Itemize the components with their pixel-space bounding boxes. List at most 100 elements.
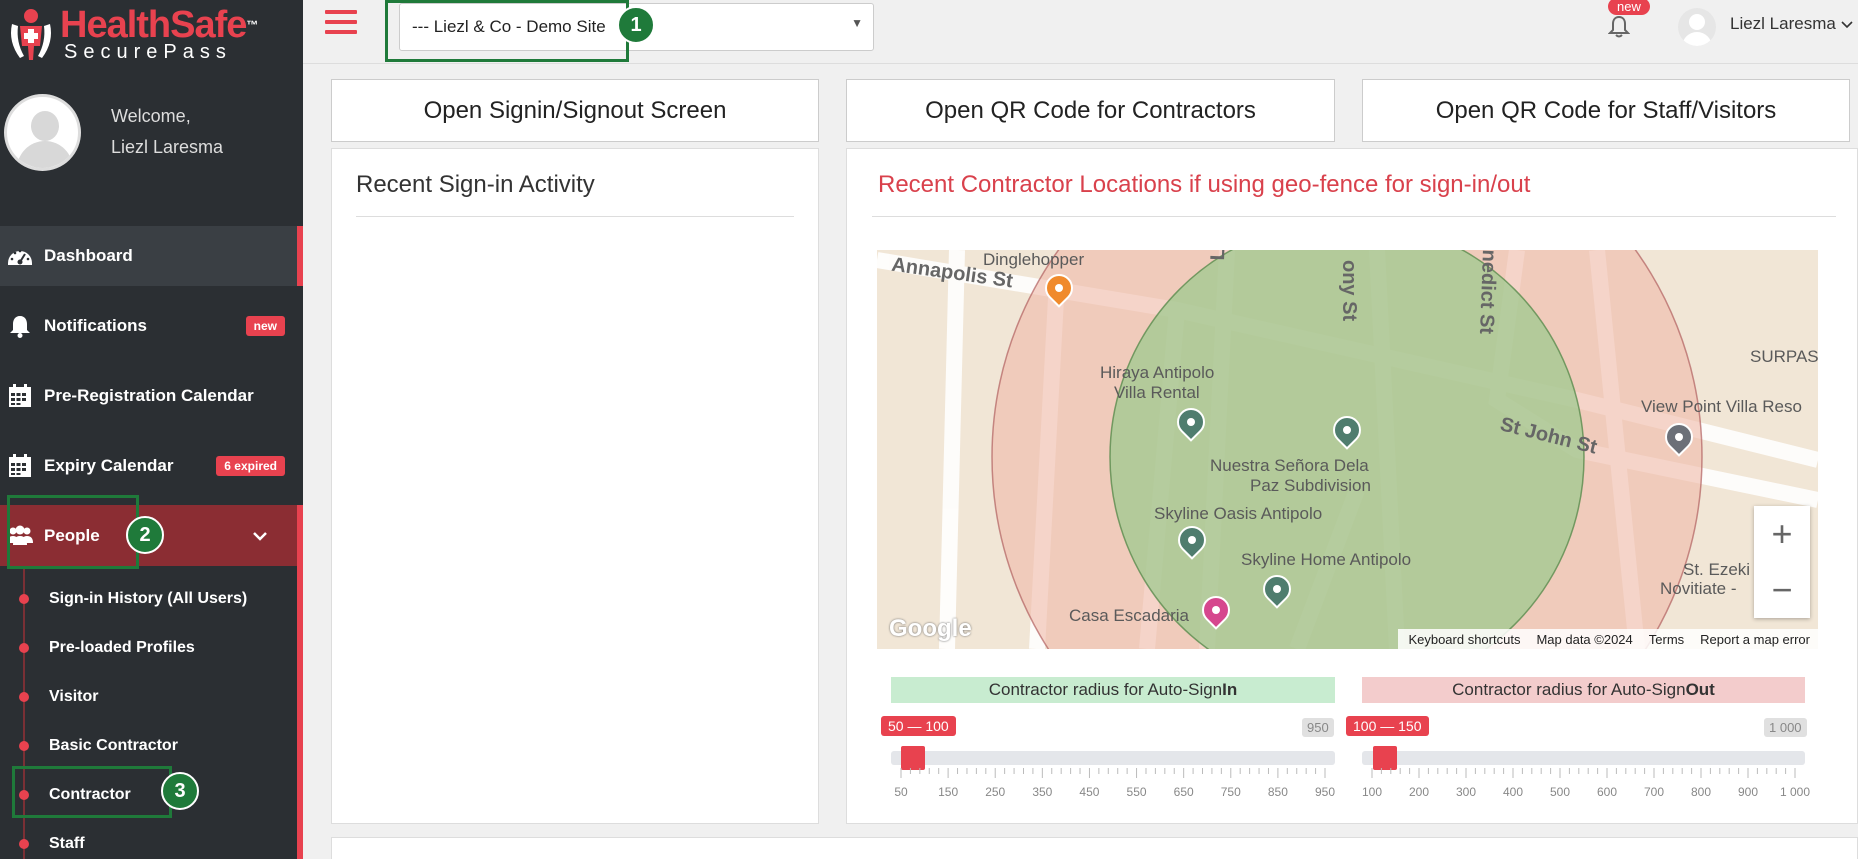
panel-title: Recent Sign-in Activity [356,171,595,198]
signin-slider-track[interactable] [891,751,1335,765]
bullet-dot [19,692,29,702]
label-bold: In [1222,680,1238,699]
tick-label: 700 [1643,785,1665,799]
sidebar-item-preregistration-calendar[interactable]: Pre-Registration Calendar [0,366,303,426]
terms-link[interactable]: Terms [1649,632,1684,647]
tick-label: 250 [985,785,1006,799]
zoom-out-button[interactable]: − [1754,562,1810,618]
user-avatar[interactable] [1678,8,1716,46]
map-zoom-controls: + − [1754,506,1810,618]
subnav-visitor[interactable]: Visitor [0,677,297,717]
bottom-panel [331,837,1858,859]
sidebar-item-dashboard[interactable]: Dashboard [0,226,303,286]
map-place-label: Nuestra Señora Dela [1210,456,1369,475]
sidebar-item-label: Dashboard [44,246,133,265]
welcome-text: Welcome, [111,106,191,126]
subnav-preloaded-profiles[interactable]: Pre-loaded Profiles [0,628,297,668]
health-person-logo-icon [6,6,56,64]
calendar-icon [6,454,34,478]
chevron-down-icon [253,526,267,546]
bullet-dot [19,741,29,751]
tick-label: 50 [894,785,908,799]
subnav-basic-contractor[interactable]: Basic Contractor [0,726,297,766]
step-marker-3: 3 [161,772,199,810]
map-place-label: Skyline Home Antipolo [1241,550,1412,569]
open-qr-contractors-button[interactable]: Open QR Code for Contractors [846,79,1335,142]
map-place-label: Casa Escadaria [1069,606,1190,625]
map-place-label: Dinglehopper [983,250,1085,269]
subnav-label: Staff [49,835,85,852]
tick-label: 800 [1690,785,1712,799]
highlight-people [7,495,139,569]
geofence-map[interactable]: Dinglehopper Hiraya Antipolo Villa Renta… [877,250,1818,649]
map-street-label: ony St [1338,260,1360,322]
zoom-in-button[interactable]: + [1754,506,1810,562]
tick-label: 650 [1173,785,1194,799]
map-place-label: SURPAS [1750,347,1818,366]
notification-bell-icon[interactable] [1607,14,1631,43]
tick-label: 200 [1408,785,1430,799]
subnav-label: Visitor [49,688,99,705]
map-place-label: Skyline Oasis Antipolo [1154,504,1323,523]
sidebar-item-label: Expiry Calendar [44,456,174,475]
notification-new-badge: new [1608,0,1650,15]
hamburger-menu-icon[interactable] [325,10,357,40]
map-place-label: Paz Subdivision [1250,476,1371,495]
brand-name-part2: Safe [170,4,247,46]
map-street-label: nedict St [1475,250,1500,335]
brand-name-part1: Health [60,4,171,46]
subnav-label: Sign-in History (All Users) [49,590,248,607]
divider [872,216,1836,217]
sidebar-item-label: Notifications [44,316,147,335]
tick-label: 850 [1267,785,1288,799]
map-street-label: Libra S [1207,250,1232,261]
tick-label: 500 [1549,785,1571,799]
tick-label: 300 [1455,785,1477,799]
google-logo: Google [889,615,972,642]
calendar-icon [6,384,34,408]
caret-down-icon: ▼ [851,16,863,30]
label-bold: Out [1685,680,1715,699]
sidebar-item-notifications[interactable]: Notifications new [0,296,303,356]
bell-icon [6,314,34,338]
signout-slider-track[interactable] [1362,751,1805,765]
tick-label: 1 000 [1779,785,1811,799]
bullet-dot [19,643,29,653]
user-menu[interactable]: Liezl Laresma [1730,14,1853,34]
signout-range-value: 100 — 150 [1346,716,1429,736]
report-map-error-link[interactable]: Report a map error [1700,632,1810,647]
dashboard-gauge-icon [6,245,34,267]
avatar[interactable] [4,93,81,171]
subnav-sign-in-history[interactable]: Sign-in History (All Users) [0,579,297,619]
highlight-contractor [12,766,172,818]
profile-name: Liezl Laresma [111,137,224,157]
user-profile: Welcome, Liezl Laresma [4,92,303,172]
signin-slider-handle[interactable] [901,746,925,770]
step-marker-1: 1 [617,6,655,44]
highlight-site-select [385,0,629,62]
map-footer: Keyboard shortcuts Map data ©2024 Terms … [1398,629,1818,649]
expired-count-badge: 6 expired [216,456,285,476]
tick-label: 950 [1314,785,1336,799]
subnav-label: Pre-loaded Profiles [49,639,195,656]
open-qr-staff-button[interactable]: Open QR Code for Staff/Visitors [1362,79,1850,142]
map-place-label: Hiraya Antipolo [1100,363,1215,382]
tick-label: 150 [938,785,959,799]
tick-label: 100 [1361,785,1383,799]
tick-label: 550 [1126,785,1147,799]
subnav-staff[interactable]: Staff [0,824,297,859]
signin-range-value: 50 — 100 [881,716,956,736]
tick-label: 450 [1079,785,1100,799]
map-data-attribution: Map data ©2024 [1536,631,1633,647]
keyboard-shortcuts-link[interactable]: Keyboard shortcuts [1408,632,1520,647]
tick-label: 400 [1502,785,1524,799]
healthsafe-logo[interactable]: HealthSafe™ SecurePass [6,4,258,66]
signout-tick-marks [1371,768,1796,778]
auto-signin-radius-label: Contractor radius for Auto-Sign In [891,677,1335,703]
bullet-dot [19,839,29,849]
signout-slider-handle[interactable] [1373,746,1397,770]
auto-signout-radius-label: Contractor radius for Auto-Sign Out [1362,677,1805,703]
open-signin-signout-button[interactable]: Open Signin/Signout Screen [331,79,819,142]
sidebar-item-expiry-calendar[interactable]: Expiry Calendar 6 expired [0,436,303,496]
panel-title: Recent Contractor Locations if using geo… [878,171,1531,198]
